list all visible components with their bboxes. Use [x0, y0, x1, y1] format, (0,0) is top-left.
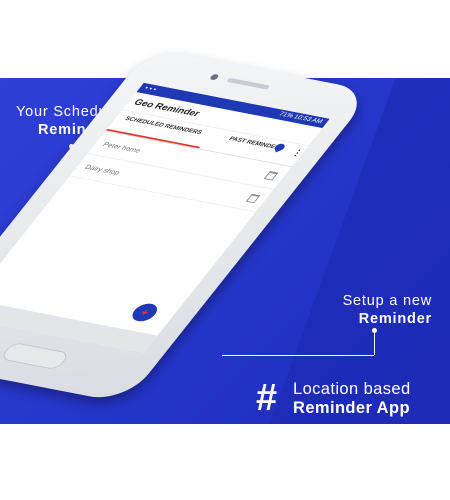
- earpiece-speaker: [226, 77, 271, 90]
- phone-body: ▪ ▪ ▪ 71% 10:53 AM Geo Reminder ⋮ SCHEDU…: [0, 48, 374, 404]
- home-button[interactable]: [0, 341, 71, 371]
- phone-screen: ▪ ▪ ▪ 71% 10:53 AM Geo Reminder ⋮ SCHEDU…: [0, 82, 330, 353]
- trash-icon[interactable]: [245, 193, 261, 204]
- phone-mockup: ▪ ▪ ▪ 71% 10:53 AM Geo Reminder ⋮ SCHEDU…: [0, 0, 450, 500]
- front-camera: [208, 73, 220, 81]
- tagline-line1: Location based: [293, 380, 411, 398]
- setup-callout: Setup a new Reminder: [322, 292, 432, 328]
- status-time: 10:53 AM: [292, 114, 324, 125]
- notification-icons: ▪ ▪ ▪: [142, 85, 158, 93]
- setup-callout-line1: Setup a new: [342, 293, 432, 309]
- reminder-name: Dairy shop: [83, 162, 123, 177]
- setup-connector-dot: [372, 328, 377, 333]
- setup-callout-line2: Reminder: [358, 311, 432, 327]
- add-icon: +: [137, 306, 153, 319]
- trash-icon[interactable]: [263, 171, 279, 181]
- setup-connector-h: [222, 355, 374, 356]
- hashtag-icon: #: [256, 377, 278, 419]
- setup-connector: [374, 331, 375, 355]
- tagline-line2: Reminder App: [293, 399, 410, 417]
- reminder-name: Peter home: [101, 140, 143, 155]
